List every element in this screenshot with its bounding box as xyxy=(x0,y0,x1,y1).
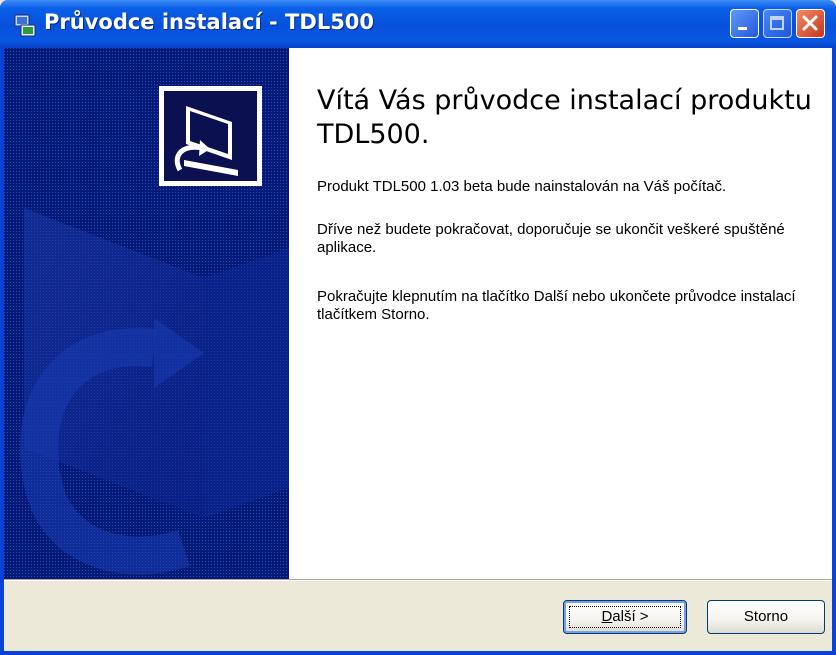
welcome-heading: Vítá Vás průvodce instalací produktu TDL… xyxy=(317,85,812,150)
welcome-content: Vítá Vás průvodce instalací produktu TDL… xyxy=(289,48,832,579)
minimize-icon xyxy=(738,27,747,30)
maximize-button[interactable] xyxy=(763,9,792,38)
focus-rectangle xyxy=(569,606,681,628)
installer-window: Průvodce instalací - TDL500 Vítá Vás prů… xyxy=(0,0,836,655)
install-target-text: Produkt TDL500 1.03 beta bude nainstalov… xyxy=(317,178,727,195)
close-button[interactable] xyxy=(796,9,825,38)
wizard-side-image xyxy=(4,48,289,579)
title-bar[interactable]: Průvodce instalací - TDL500 xyxy=(0,0,836,48)
installer-banner-graphic xyxy=(4,48,289,579)
continue-instructions-text: Pokračujte klepnutím na tlačítko Další n… xyxy=(317,288,796,323)
close-apps-advice-text: Dříve než budete pokračovat, doporučuje … xyxy=(317,221,785,256)
maximize-icon xyxy=(770,16,784,30)
button-bar-divider xyxy=(4,579,832,581)
close-icon xyxy=(802,15,818,31)
setup-app-icon xyxy=(14,14,36,37)
dialog-client-area: Vítá Vás průvodce instalací produktu TDL… xyxy=(4,48,832,651)
cancel-button-label: Storno xyxy=(743,608,789,625)
minimize-button[interactable] xyxy=(730,9,759,38)
next-button[interactable]: Další > xyxy=(563,600,687,634)
window-title: Průvodce instalací - TDL500 xyxy=(44,10,375,34)
cancel-button[interactable]: Storno xyxy=(707,600,825,634)
